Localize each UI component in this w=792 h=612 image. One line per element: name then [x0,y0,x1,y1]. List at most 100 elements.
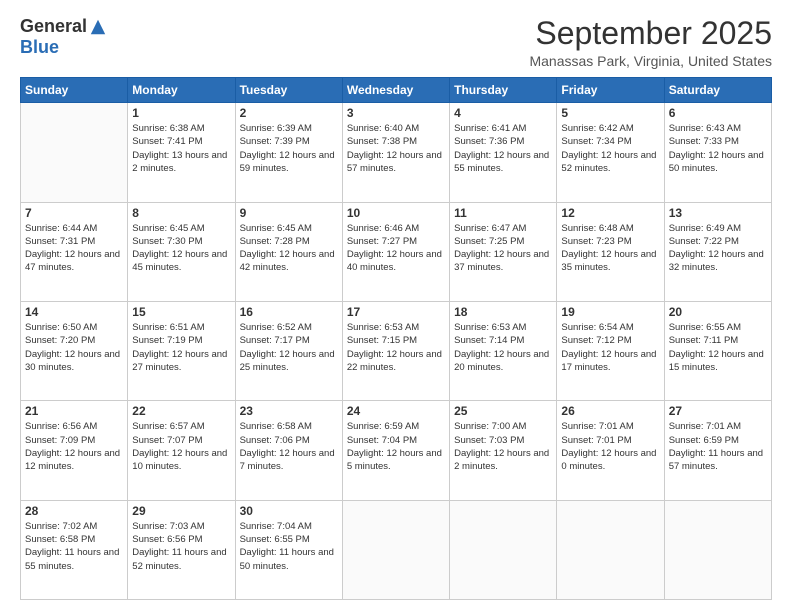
day-number: 12 [561,206,659,220]
table-row [664,500,771,599]
day-info: Sunrise: 6:45 AMSunset: 7:28 PMDaylight:… [240,222,338,275]
table-row [450,500,557,599]
table-row: 28Sunrise: 7:02 AMSunset: 6:58 PMDayligh… [21,500,128,599]
calendar-page: General Blue September 2025 Manassas Par… [0,0,792,612]
table-row: 30 Sunrise: 7:04 AMSunset: 6:55 PMDayligh… [235,500,342,599]
col-tuesday: Tuesday [235,78,342,103]
day-number: 14 [25,305,123,319]
col-wednesday: Wednesday [342,78,449,103]
table-row: 27Sunrise: 7:01 AMSunset: 6:59 PMDayligh… [664,401,771,500]
day-number: 3 [347,106,445,120]
day-info: Sunrise: 6:47 AMSunset: 7:25 PMDaylight:… [454,222,552,275]
month-title: September 2025 [529,16,772,51]
day-info: Sunrise: 6:44 AMSunset: 7:31 PMDaylight:… [25,222,123,275]
table-row [557,500,664,599]
table-row: 14 Sunrise: 6:50 AMSunset: 7:20 PMDayligh… [21,301,128,400]
calendar-table: Sunday Monday Tuesday Wednesday Thursday… [20,77,772,600]
day-number: 18 [454,305,552,319]
day-number: 20 [669,305,767,319]
day-number: 27 [669,404,767,418]
calendar-header-row: Sunday Monday Tuesday Wednesday Thursday… [21,78,772,103]
day-number: 9 [240,206,338,220]
col-friday: Friday [557,78,664,103]
day-info: Sunrise: 6:53 AMSunset: 7:14 PMDaylight:… [454,321,552,374]
day-info: Sunrise: 6:40 AMSunset: 7:38 PMDaylight:… [347,122,445,175]
table-row: 12 Sunrise: 6:48 AMSunset: 7:23 PMDayligh… [557,202,664,301]
logo-blue-text: Blue [20,37,59,58]
table-row: 26Sunrise: 7:01 AMSunset: 7:01 PMDayligh… [557,401,664,500]
day-number: 16 [240,305,338,319]
day-info: Sunrise: 7:00 AMSunset: 7:03 PMDaylight:… [454,420,552,473]
table-row: 16 Sunrise: 6:52 AMSunset: 7:17 PMDayligh… [235,301,342,400]
day-number: 4 [454,106,552,120]
table-row [21,103,128,202]
title-block: September 2025 Manassas Park, Virginia, … [529,16,772,69]
day-number: 13 [669,206,767,220]
table-row: 17 Sunrise: 6:53 AMSunset: 7:15 PMDayligh… [342,301,449,400]
calendar-week-row: 14 Sunrise: 6:50 AMSunset: 7:20 PMDayligh… [21,301,772,400]
day-number: 6 [669,106,767,120]
table-row: 29 Sunrise: 7:03 AMSunset: 6:56 PMDayligh… [128,500,235,599]
day-number: 19 [561,305,659,319]
day-info: Sunrise: 6:50 AMSunset: 7:20 PMDaylight:… [25,321,123,374]
calendar-week-row: 1Sunrise: 6:38 AMSunset: 7:41 PMDaylight… [21,103,772,202]
calendar-week-row: 21Sunrise: 6:56 AMSunset: 7:09 PMDayligh… [21,401,772,500]
logo-general-text: General [20,16,87,37]
table-row: 7 Sunrise: 6:44 AMSunset: 7:31 PMDaylight… [21,202,128,301]
day-number: 22 [132,404,230,418]
table-row [342,500,449,599]
day-number: 23 [240,404,338,418]
day-number: 11 [454,206,552,220]
logo: General Blue [20,16,107,58]
day-info: Sunrise: 6:46 AMSunset: 7:27 PMDaylight:… [347,222,445,275]
day-number: 5 [561,106,659,120]
table-row: 6Sunrise: 6:43 AMSunset: 7:33 PMDaylight… [664,103,771,202]
day-info: Sunrise: 7:03 AMSunset: 6:56 PMDaylight:… [132,520,230,573]
day-info: Sunrise: 6:52 AMSunset: 7:17 PMDaylight:… [240,321,338,374]
day-number: 29 [132,504,230,518]
day-number: 8 [132,206,230,220]
day-number: 10 [347,206,445,220]
day-number: 25 [454,404,552,418]
day-info: Sunrise: 6:59 AMSunset: 7:04 PMDaylight:… [347,420,445,473]
day-info: Sunrise: 7:04 AMSunset: 6:55 PMDaylight:… [240,520,338,573]
table-row: 8 Sunrise: 6:45 AMSunset: 7:30 PMDaylight… [128,202,235,301]
table-row: 18 Sunrise: 6:53 AMSunset: 7:14 PMDayligh… [450,301,557,400]
table-row: 10 Sunrise: 6:46 AMSunset: 7:27 PMDayligh… [342,202,449,301]
day-number: 2 [240,106,338,120]
day-info: Sunrise: 6:41 AMSunset: 7:36 PMDaylight:… [454,122,552,175]
calendar-week-row: 7 Sunrise: 6:44 AMSunset: 7:31 PMDaylight… [21,202,772,301]
day-info: Sunrise: 6:49 AMSunset: 7:22 PMDaylight:… [669,222,767,275]
day-info: Sunrise: 6:54 AMSunset: 7:12 PMDaylight:… [561,321,659,374]
day-info: Sunrise: 6:39 AMSunset: 7:39 PMDaylight:… [240,122,338,175]
day-number: 17 [347,305,445,319]
col-saturday: Saturday [664,78,771,103]
col-thursday: Thursday [450,78,557,103]
day-number: 26 [561,404,659,418]
day-number: 7 [25,206,123,220]
table-row: 22 Sunrise: 6:57 AMSunset: 7:07 PMDayligh… [128,401,235,500]
day-number: 15 [132,305,230,319]
table-row: 13 Sunrise: 6:49 AMSunset: 7:22 PMDayligh… [664,202,771,301]
day-info: Sunrise: 6:45 AMSunset: 7:30 PMDaylight:… [132,222,230,275]
calendar-week-row: 28Sunrise: 7:02 AMSunset: 6:58 PMDayligh… [21,500,772,599]
table-row: 1Sunrise: 6:38 AMSunset: 7:41 PMDaylight… [128,103,235,202]
day-number: 30 [240,504,338,518]
table-row: 4 Sunrise: 6:41 AMSunset: 7:36 PMDaylight… [450,103,557,202]
day-info: Sunrise: 6:56 AMSunset: 7:09 PMDaylight:… [25,420,123,473]
table-row: 3 Sunrise: 6:40 AMSunset: 7:38 PMDaylight… [342,103,449,202]
day-info: Sunrise: 6:48 AMSunset: 7:23 PMDaylight:… [561,222,659,275]
table-row: 15Sunrise: 6:51 AMSunset: 7:19 PMDayligh… [128,301,235,400]
col-sunday: Sunday [21,78,128,103]
day-info: Sunrise: 6:42 AMSunset: 7:34 PMDaylight:… [561,122,659,175]
day-info: Sunrise: 6:53 AMSunset: 7:15 PMDaylight:… [347,321,445,374]
day-number: 1 [132,106,230,120]
table-row: 5 Sunrise: 6:42 AMSunset: 7:34 PMDaylight… [557,103,664,202]
day-number: 24 [347,404,445,418]
table-row: 11 Sunrise: 6:47 AMSunset: 7:25 PMDayligh… [450,202,557,301]
table-row: 21Sunrise: 6:56 AMSunset: 7:09 PMDayligh… [21,401,128,500]
table-row: 23 Sunrise: 6:58 AMSunset: 7:06 PMDayligh… [235,401,342,500]
table-row: 19 Sunrise: 6:54 AMSunset: 7:12 PMDayligh… [557,301,664,400]
day-info: Sunrise: 6:58 AMSunset: 7:06 PMDaylight:… [240,420,338,473]
day-info: Sunrise: 6:57 AMSunset: 7:07 PMDaylight:… [132,420,230,473]
